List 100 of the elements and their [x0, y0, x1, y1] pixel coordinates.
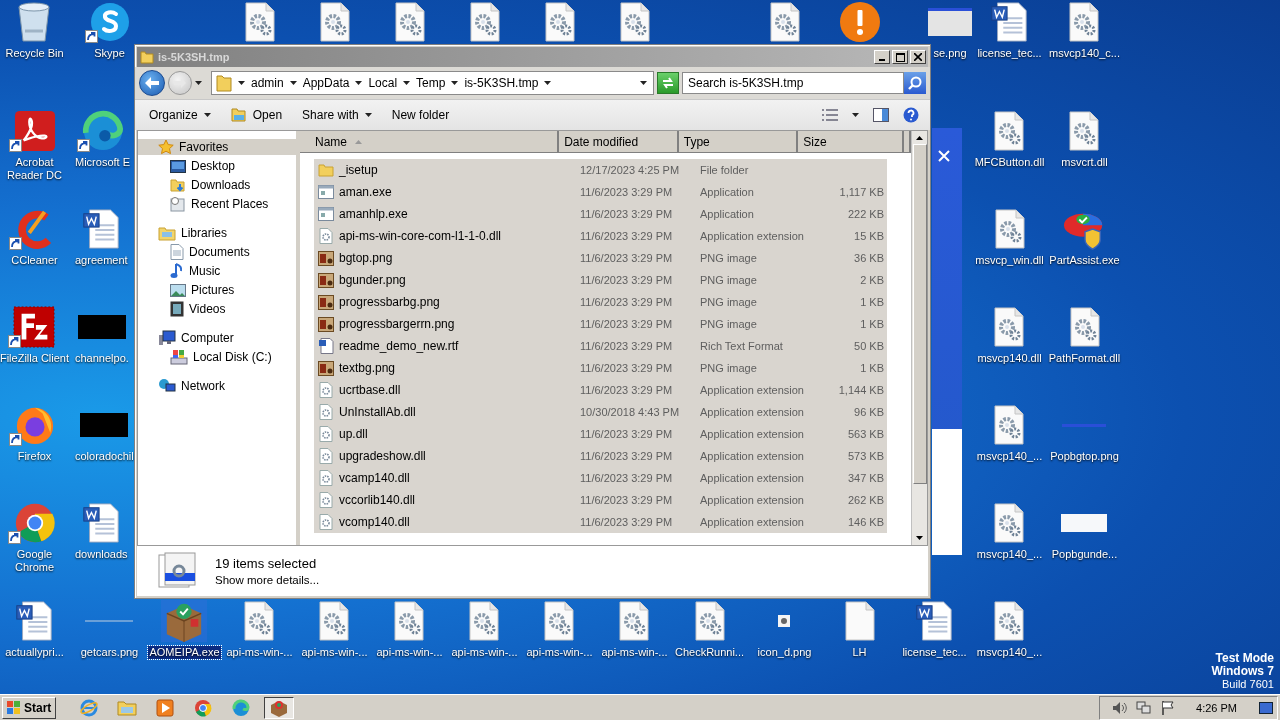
taskbar-app-button[interactable]: [264, 696, 295, 719]
desktop-icon[interactable]: msvcrt.dll: [1060, 110, 1109, 169]
desktop-icon[interactable]: [838, 1, 881, 43]
desktop-icon[interactable]: Google Chrome: [0, 502, 72, 574]
address-bar[interactable]: admin AppData Local Temp is-5K3SH.tmp: [211, 71, 654, 95]
file-row[interactable]: progressbarbg.png 11/6/2023 3:29 PM PNG image 1 KB: [314, 291, 887, 313]
desktop-icon[interactable]: msvcp140_...: [975, 404, 1044, 463]
nav-item[interactable]: Music: [138, 263, 296, 279]
desktop-icon[interactable]: [242, 1, 277, 43]
desktop-icon[interactable]: msvcp140_...: [975, 600, 1044, 659]
desktop-icon[interactable]: [617, 1, 652, 43]
refresh-button[interactable]: [657, 72, 679, 94]
nav-item[interactable]: Documents: [138, 244, 296, 260]
nav-item[interactable]: Computer: [138, 330, 296, 346]
file-row[interactable]: textbg.png 11/6/2023 3:29 PM PNG image 1 KB: [314, 357, 887, 379]
flag-icon[interactable]: [1160, 699, 1177, 716]
nav-item[interactable]: Libraries: [138, 225, 296, 241]
file-row[interactable]: vcamp140.dll 11/6/2023 3:29 PM Application extension 347 KB: [314, 467, 887, 489]
desktop-icon[interactable]: [317, 1, 352, 43]
file-row[interactable]: UnInstallAb.dll 10/30/2018 4:43 PM Application extension 96 KB: [314, 401, 887, 423]
toolbar-button[interactable]: Share with: [294, 106, 380, 124]
show-details-link[interactable]: Show more details...: [215, 574, 320, 586]
desktop-icon[interactable]: api-ms-win-...: [225, 600, 294, 659]
file-row[interactable]: vcomp140.dll 11/6/2023 3:29 PM Application extension 146 KB: [314, 511, 887, 533]
breadcrumb[interactable]: is-5K3SH.tmp: [464, 76, 539, 90]
desktop-icon[interactable]: actuallypri...: [4, 600, 65, 659]
desktop-icon[interactable]: FileZilla Client: [0, 306, 71, 365]
toolbar-button[interactable]: Organize: [141, 106, 219, 124]
desktop-icon[interactable]: Popbgunde...: [1050, 502, 1119, 561]
desktop-icon[interactable]: msvcp140_c...: [1048, 1, 1121, 60]
column-header[interactable]: Name: [300, 131, 560, 153]
nav-item[interactable]: Pictures: [138, 282, 296, 298]
search-field[interactable]: Search is-5K3SH.tmp: [682, 72, 904, 94]
file-row[interactable]: aman.exe 11/6/2023 3:29 PM Application 1,117 KB: [314, 181, 887, 203]
file-row[interactable]: vccorlib140.dll 11/6/2023 3:29 PM Application extension 262 KB: [314, 489, 887, 511]
toolbar-button[interactable]: New folder: [383, 106, 458, 124]
nav-item[interactable]: Favorites: [138, 139, 296, 155]
desktop-icon[interactable]: [392, 1, 427, 43]
desktop-icon[interactable]: getcars.png: [79, 600, 140, 659]
desktop-icon[interactable]: icon_d.png: [756, 600, 813, 659]
desktop-icon[interactable]: Acrobat Reader DC: [0, 110, 72, 182]
desktop-icon[interactable]: se.png: [928, 1, 972, 60]
desktop-icon[interactable]: CheckRunni...: [673, 600, 746, 659]
desktop-icon[interactable]: Recycle Bin: [4, 1, 65, 60]
desktop-icon[interactable]: MFCButton.dll: [973, 110, 1046, 169]
file-row[interactable]: ucrtbase.dll 11/6/2023 3:29 PM Application extension 1,144 KB: [314, 379, 887, 401]
nav-item[interactable]: Videos: [138, 301, 296, 317]
desktop-icon[interactable]: api-ms-win-...: [300, 600, 369, 659]
desktop-icon[interactable]: PartAssist.exe: [1048, 208, 1121, 267]
network-icon[interactable]: [1136, 699, 1153, 716]
breadcrumb[interactable]: Temp: [416, 76, 446, 90]
desktop-icon[interactable]: api-ms-win-...: [375, 600, 444, 659]
column-header[interactable]: Type: [678, 131, 799, 153]
desktop-icon[interactable]: msvcp140_...: [975, 502, 1044, 561]
nav-item[interactable]: Desktop: [138, 158, 296, 174]
show-desktop-icon[interactable]: [1259, 701, 1273, 714]
desktop-icon[interactable]: api-ms-win-...: [525, 600, 594, 659]
file-row[interactable]: bgunder.png 11/6/2023 3:29 PM PNG image 2 KB: [314, 269, 887, 291]
desktop-icon[interactable]: license_tec...: [901, 600, 968, 659]
file-row[interactable]: upgradeshow.dll 11/6/2023 3:29 PM Application extension 573 KB: [314, 445, 887, 467]
desktop-icon[interactable]: license_tec...: [976, 1, 1043, 60]
start-button[interactable]: Start: [2, 696, 57, 719]
file-row[interactable]: up.dll 11/6/2023 3:29 PM Application extension 563 KB: [314, 423, 887, 445]
nav-item[interactable]: Network: [138, 378, 296, 394]
desktop-icon[interactable]: api-ms-win-...: [600, 600, 669, 659]
desktop-icon[interactable]: api-ms-win-...: [450, 600, 519, 659]
file-row[interactable]: api-ms-win-core-com-l1-1-0.dll 11/6/2023 3:29 PM Application extension 15 KB: [314, 225, 887, 247]
breadcrumb[interactable]: AppData: [302, 76, 350, 90]
close-button[interactable]: [910, 50, 926, 64]
column-header[interactable]: Date modified: [559, 131, 679, 153]
back-button[interactable]: [139, 70, 165, 96]
breadcrumb[interactable]: admin: [251, 76, 284, 90]
file-row[interactable]: _isetup 12/17/2023 4:25 PM File folder: [314, 159, 887, 181]
file-row[interactable]: progressbargerrn.png 11/6/2023 3:29 PM PNG image 1 KB: [314, 313, 887, 335]
desktop-icon[interactable]: [767, 1, 802, 43]
minimize-button[interactable]: [874, 50, 890, 64]
desktop-icon[interactable]: Skype: [88, 1, 131, 60]
desktop-icon[interactable]: msvcp140.dll: [976, 306, 1043, 365]
close-icon[interactable]: [938, 150, 950, 162]
desktop-icon[interactable]: msvcp_win.dll: [974, 208, 1045, 267]
desktop-icon[interactable]: [467, 1, 502, 43]
scrollbar[interactable]: [911, 131, 927, 545]
file-row[interactable]: bgtop.png 11/6/2023 3:29 PM PNG image 36 KB: [314, 247, 887, 269]
breadcrumb[interactable]: Local: [368, 76, 398, 90]
toolbar-button[interactable]: Open: [222, 106, 291, 124]
desktop-icon[interactable]: [542, 1, 577, 43]
desktop-icon[interactable]: PathFormat.dll: [1047, 306, 1122, 365]
file-row[interactable]: readme_demo_new.rtf 11/6/2023 3:29 PM Rich Text Format 50 KB: [314, 335, 887, 357]
nav-item[interactable]: Local Disk (C:): [138, 349, 296, 365]
file-row[interactable]: amanhlp.exe 11/6/2023 3:29 PM Application 222 KB: [314, 203, 887, 225]
nav-item[interactable]: Downloads: [138, 177, 296, 193]
desktop-icon[interactable]: LH: [842, 600, 877, 659]
maximize-button[interactable]: [892, 50, 908, 64]
desktop-icon[interactable]: Popbgtop.png: [1049, 404, 1120, 463]
desktop-icon[interactable]: downloads: [72, 502, 129, 561]
desktop-icon[interactable]: CCleaner: [10, 208, 59, 267]
nav-item[interactable]: Recent Places: [138, 196, 296, 212]
desktop-icon[interactable]: agreement: [72, 208, 129, 267]
search-button[interactable]: [904, 72, 926, 94]
desktop-icon[interactable]: Microsoft E: [72, 110, 131, 169]
